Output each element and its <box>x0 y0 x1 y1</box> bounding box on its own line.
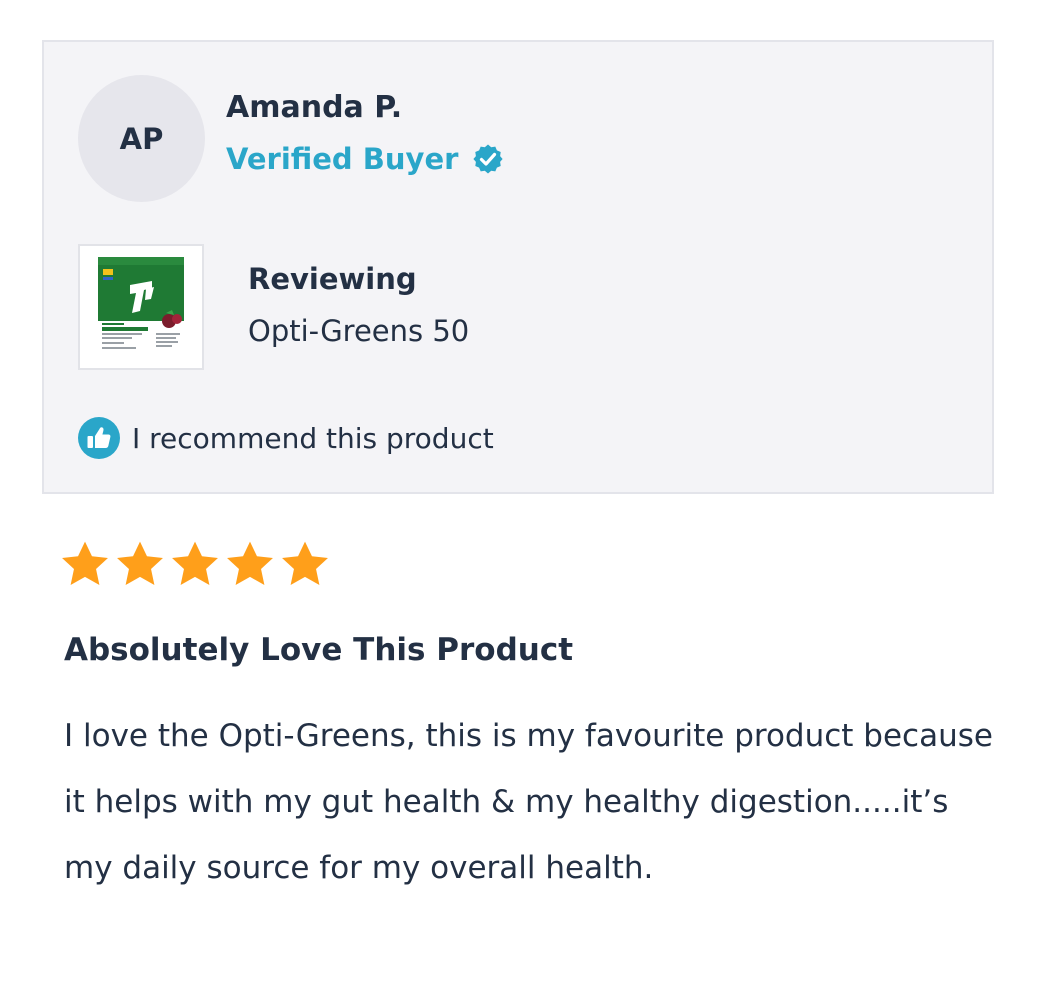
star-icon <box>168 538 222 592</box>
star-rating <box>58 538 332 592</box>
product-thumbnail[interactable] <box>78 244 204 370</box>
star-icon <box>58 538 112 592</box>
reviewer-name: Amanda P. <box>226 90 403 125</box>
verified-buyer-label: Verified Buyer <box>226 142 459 176</box>
recommend-row: I recommend this product <box>78 417 494 459</box>
thumbs-up-icon <box>78 417 120 459</box>
verified-buyer-badge: Verified Buyer <box>226 142 504 176</box>
star-icon <box>278 538 332 592</box>
product-pouch-icon <box>96 255 186 359</box>
star-icon <box>223 538 277 592</box>
reviewer-card: AP Amanda P. Verified Buyer Reviewing Op… <box>42 40 994 494</box>
review-body: I love the Opti-Greens, this is my favou… <box>64 718 993 886</box>
star-icon <box>113 538 167 592</box>
avatar: AP <box>78 75 205 202</box>
reviewing-label: Reviewing <box>248 262 417 296</box>
check-badge-icon <box>472 143 504 175</box>
review-title: Absolutely Love This Product <box>64 632 574 668</box>
product-name-link[interactable]: Opti-Greens 50 <box>248 314 469 348</box>
recommend-text: I recommend this product <box>132 421 494 455</box>
avatar-initials: AP <box>119 121 164 156</box>
